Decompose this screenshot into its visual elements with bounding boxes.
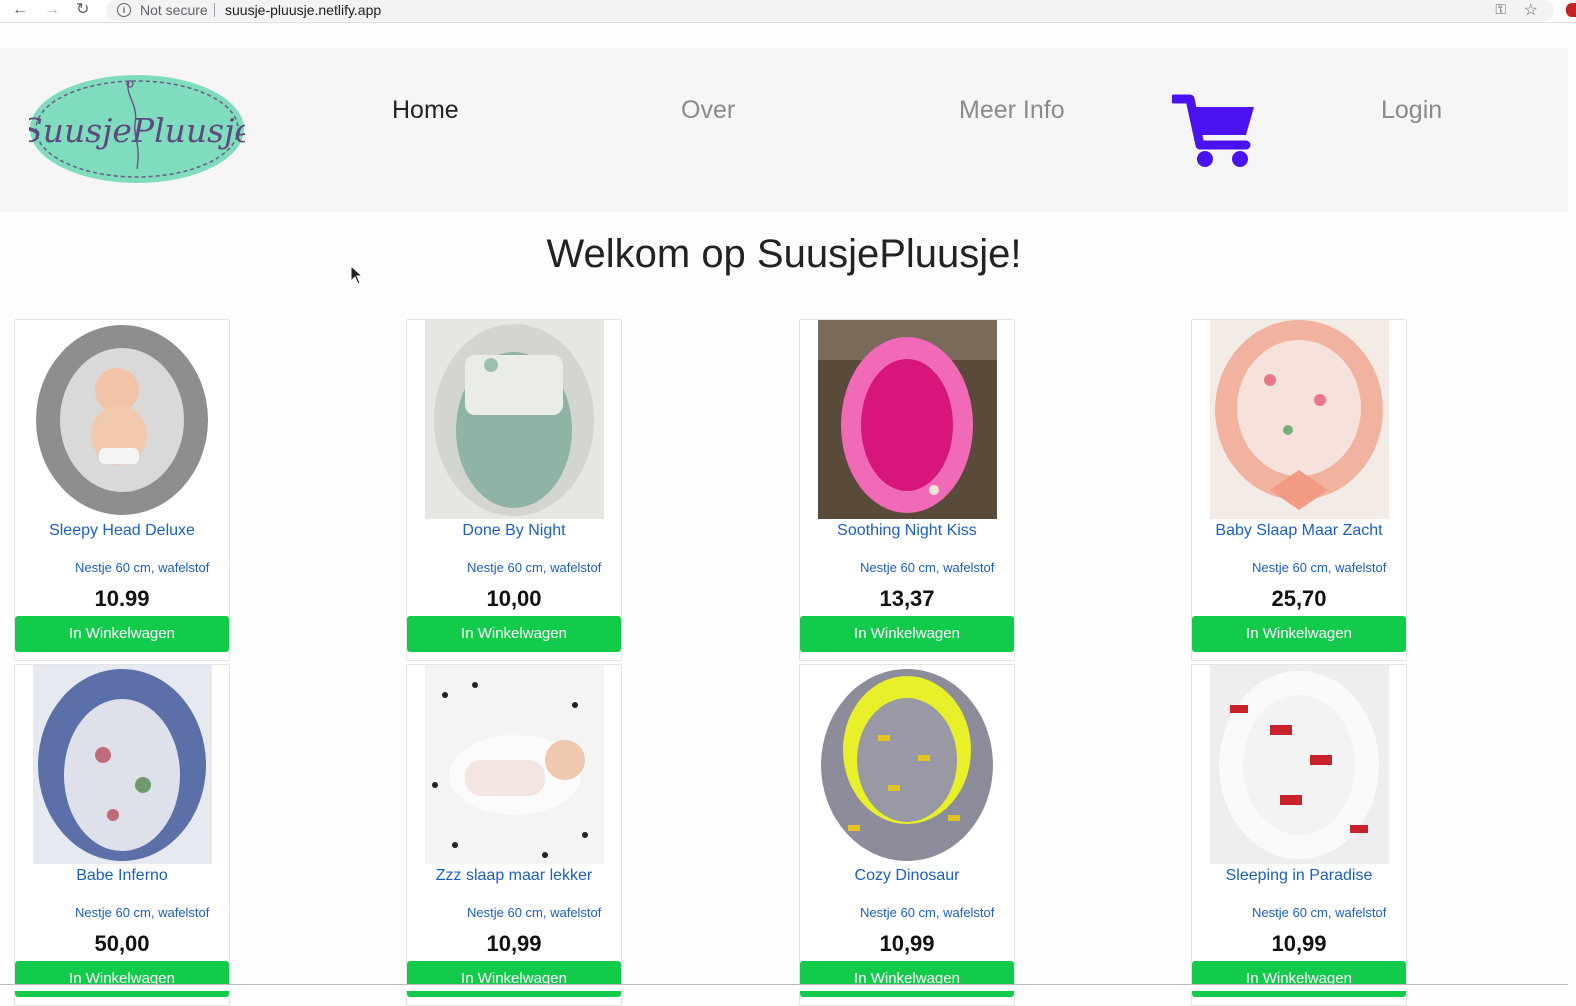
back-arrow-icon[interactable]: ← (12, 1, 28, 19)
product-card[interactable]: Done By Night Nestje 60 cm, wafelstof 10,0… (406, 319, 622, 661)
product-image[interactable] (1210, 320, 1389, 519)
product-description[interactable]: Nestje 60 cm, wafelstof (1252, 560, 1406, 575)
product-description[interactable]: Nestje 60 cm, wafelstof (860, 905, 1014, 920)
site-header: SuusjePluusje Home Over Meer Info Login (0, 48, 1568, 212)
product-card[interactable]: Babe Inferno Nestje 60 cm, wafelstof 50,00… (14, 664, 230, 1006)
bookmark-star-icon[interactable]: ☆ (1524, 0, 1538, 20)
product-image[interactable] (425, 320, 604, 519)
nav-home[interactable]: Home (392, 96, 459, 125)
product-price: 13,37 (879, 586, 935, 611)
product-name[interactable]: Babe Inferno (15, 867, 229, 885)
product-price: 10,00 (486, 586, 542, 611)
product-name[interactable]: Baby Slaap Maar Zacht (1192, 522, 1406, 540)
mouse-cursor-icon (350, 265, 364, 285)
add-to-cart-button[interactable]: In Winkelwagen (407, 616, 621, 652)
product-name[interactable]: Sleeping in Paradise (1192, 867, 1406, 885)
logo-text: SuusjePluusje (29, 111, 245, 150)
product-card[interactable]: Zzz slaap maar lekker Nestje 60 cm, wafel… (406, 664, 622, 1006)
product-description[interactable]: Nestje 60 cm, wafelstof (467, 560, 621, 575)
page-bottom (0, 985, 1576, 991)
product-image[interactable] (33, 665, 212, 864)
product-card[interactable]: Sleepy Head Deluxe Nestje 60 cm, wafelsto… (14, 319, 230, 661)
browser-toolbar: ← → ↻ i Not secure suusje-pluusje.netlif… (0, 0, 1576, 23)
address-separator (214, 3, 215, 17)
shopping-cart-icon[interactable] (1172, 93, 1256, 169)
product-price: 10,99 (1271, 931, 1327, 956)
url-text[interactable]: suusje-pluusje.netlify.app (225, 2, 381, 18)
product-price: 25,70 (1271, 586, 1327, 611)
product-card[interactable]: Baby Slaap Maar Zacht Nestje 60 cm, wafel… (1191, 319, 1407, 661)
add-to-cart-button[interactable]: In Winkelwagen (800, 616, 1014, 652)
product-card[interactable]: Soothing Night Kiss Nestje 60 cm, wafelst… (799, 319, 1015, 661)
product-price: 50,00 (94, 931, 150, 956)
nav-meer-info[interactable]: Meer Info (959, 96, 1065, 125)
product-name[interactable]: Soothing Night Kiss (800, 522, 1014, 540)
nav-over[interactable]: Over (681, 96, 735, 125)
product-description[interactable]: Nestje 60 cm, wafelstof (75, 905, 229, 920)
logo[interactable]: SuusjePluusje (29, 74, 245, 184)
add-to-cart-button[interactable]: In Winkelwagen (800, 961, 1014, 997)
nav-login[interactable]: Login (1381, 96, 1442, 125)
product-name[interactable]: Cozy Dinosaur (800, 867, 1014, 885)
address-bar[interactable]: i Not secure suusje-pluusje.netlify.app … (106, 0, 1554, 21)
product-price: 10,99 (486, 931, 542, 956)
key-icon[interactable]: ⚿ (1495, 1, 1506, 18)
product-description[interactable]: Nestje 60 cm, wafelstof (860, 560, 1014, 575)
product-name[interactable]: Done By Night (407, 522, 621, 540)
extension-icon[interactable] (1566, 3, 1576, 17)
product-image[interactable] (818, 320, 997, 519)
info-icon[interactable]: i (117, 3, 131, 17)
product-price: 10,99 (879, 931, 935, 956)
product-description[interactable]: Nestje 60 cm, wafelstof (467, 905, 621, 920)
reload-icon[interactable]: ↻ (76, 1, 89, 19)
add-to-cart-button[interactable]: In Winkelwagen (15, 961, 229, 997)
product-name[interactable]: Sleepy Head Deluxe (15, 522, 229, 540)
add-to-cart-button[interactable]: In Winkelwagen (15, 616, 229, 652)
security-label: Not secure (140, 2, 208, 18)
product-image[interactable] (425, 665, 604, 864)
add-to-cart-button[interactable]: In Winkelwagen (1192, 961, 1406, 997)
product-image[interactable] (818, 665, 997, 864)
page-title: Welkom op SuusjePluusje! (546, 232, 1022, 276)
add-to-cart-button[interactable]: In Winkelwagen (407, 961, 621, 997)
forward-arrow-icon[interactable]: → (44, 1, 60, 19)
product-card[interactable]: Cozy Dinosaur Nestje 60 cm, wafelstof 10,9… (799, 664, 1015, 1006)
add-to-cart-button[interactable]: In Winkelwagen (1192, 616, 1406, 652)
product-image[interactable] (33, 320, 212, 519)
product-name[interactable]: Zzz slaap maar lekker (407, 867, 621, 885)
product-description[interactable]: Nestje 60 cm, wafelstof (75, 560, 229, 575)
product-card[interactable]: Sleeping in Paradise Nestje 60 cm, wafels… (1191, 664, 1407, 1006)
product-price: 10.99 (94, 586, 150, 611)
product-description[interactable]: Nestje 60 cm, wafelstof (1252, 905, 1406, 920)
product-image[interactable] (1210, 665, 1389, 864)
